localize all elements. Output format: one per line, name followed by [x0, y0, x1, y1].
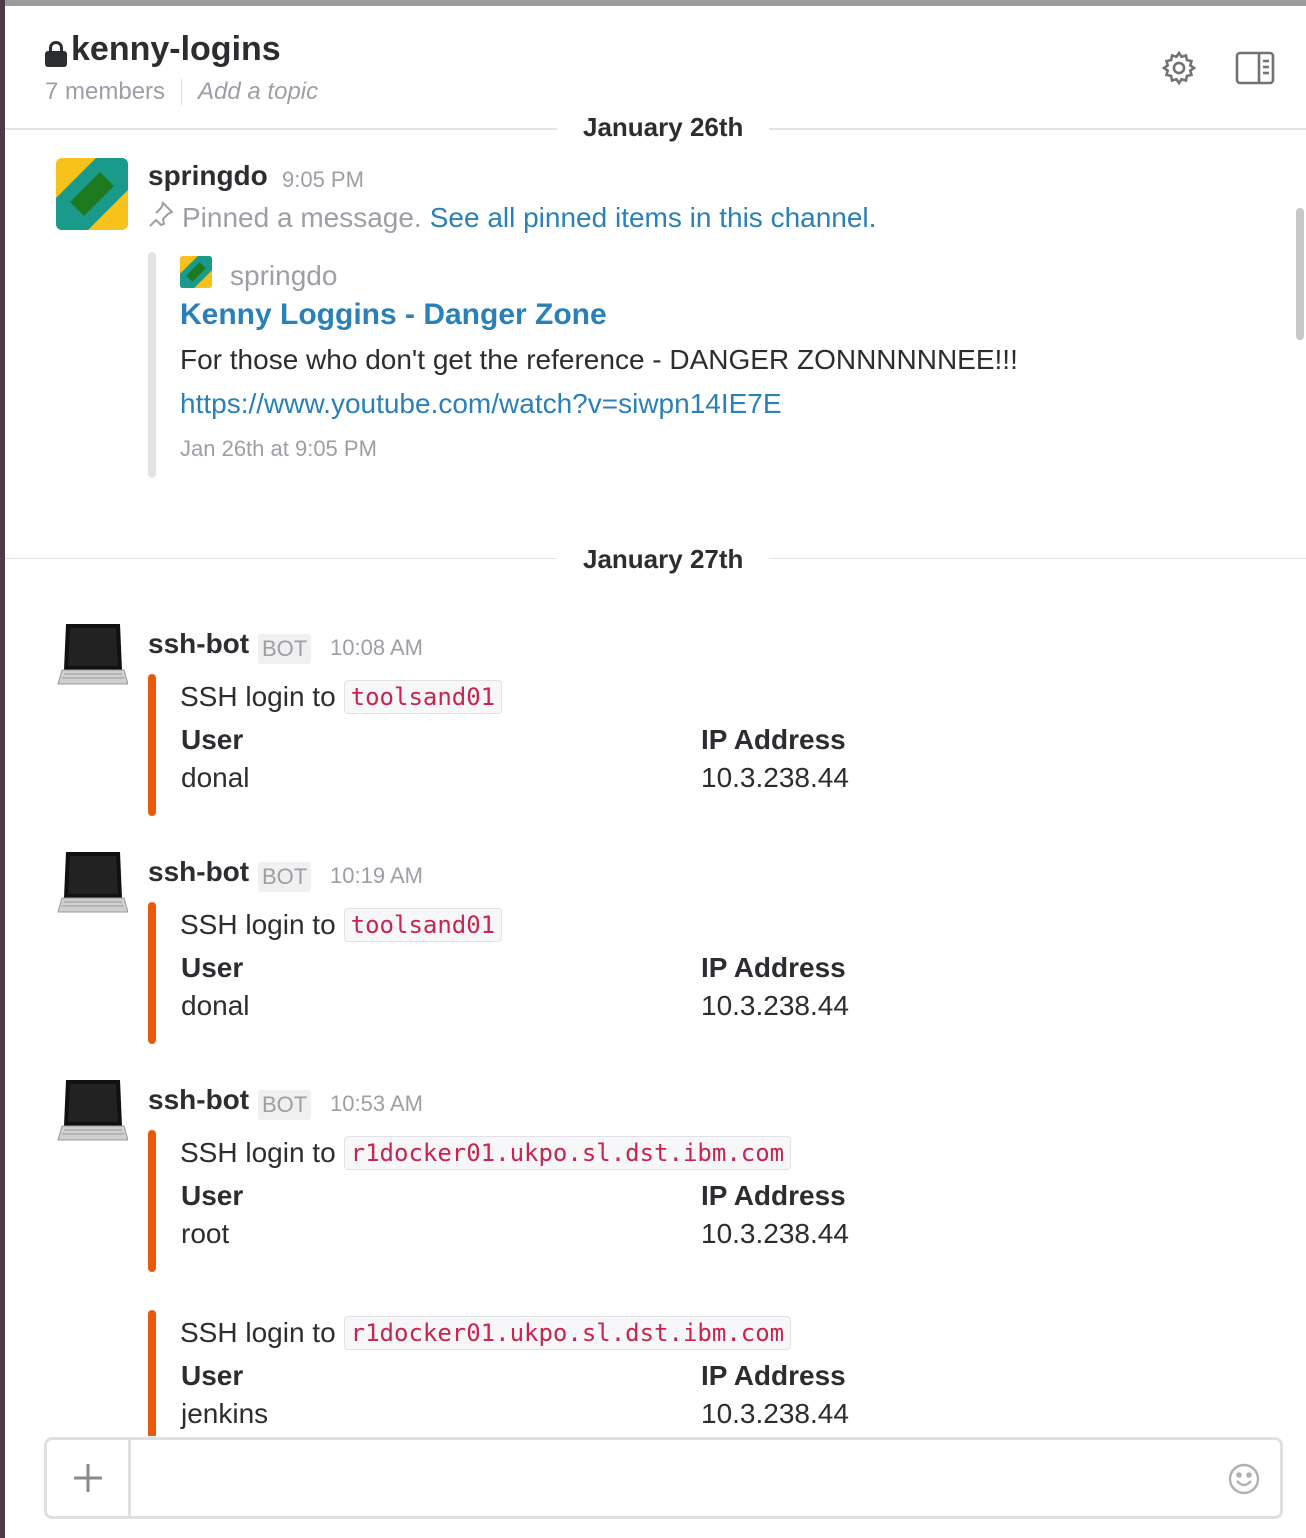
field-title-ip: IP Address [701, 724, 846, 755]
field-value-user: donal [181, 762, 250, 793]
plus-icon[interactable] [47, 1440, 131, 1516]
sidebar-edge [0, 0, 5, 1538]
attachment-footer: Jan 26th at 9:05 PM [180, 436, 377, 461]
field-title-ip: IP Address [701, 1360, 846, 1391]
message-username[interactable]: ssh-bot [148, 628, 249, 660]
attachment-bar [148, 252, 156, 478]
host-code: toolsand01 [343, 680, 503, 714]
field-value-ip: 10.3.238.44 [701, 1398, 849, 1429]
message-username[interactable]: ssh-bot [148, 856, 249, 888]
field-title-user: User [181, 1360, 244, 1391]
host-code: r1docker01.ukpo.sl.dst.ibm.com [343, 1316, 792, 1350]
laptop-icon[interactable] [56, 622, 129, 694]
message-timestamp[interactable]: 10:53 AM [330, 1091, 423, 1117]
host-code: toolsand01 [343, 908, 503, 942]
ssh-login-line: SSH login to toolsand01 [180, 908, 503, 942]
attachment-title-link[interactable]: Kenny Loggins - Danger Zone [180, 298, 607, 332]
day-divider-label: January 26th [557, 112, 770, 143]
avatar[interactable] [56, 158, 128, 230]
attachment-author[interactable]: springdo [180, 256, 337, 295]
ssh-login-label: SSH login to [180, 909, 336, 940]
field-value-user: jenkins [181, 1398, 269, 1429]
attachment-bar [148, 1310, 156, 1436]
ssh-login-line: SSH login to r1docker01.ukpo.sl.dst.ibm.… [180, 1316, 792, 1350]
gear-icon[interactable] [1157, 46, 1201, 90]
pin-notice: Pinned a message. See all pinned items i… [148, 200, 876, 235]
attachment-bar [148, 902, 156, 1044]
message-timestamp[interactable]: 9:05 PM [282, 167, 364, 193]
field-title-user: User [181, 1180, 244, 1211]
field-value-user: donal [181, 990, 250, 1021]
field-title-user: User [181, 952, 244, 983]
ssh-login-label: SSH login to [180, 1137, 336, 1168]
message-timestamp[interactable]: 10:08 AM [330, 635, 423, 661]
emoji-icon[interactable] [1227, 1462, 1261, 1496]
attachment-url-link[interactable]: https://www.youtube.com/watch?v=siwpn14I… [180, 388, 782, 420]
pin-icon [148, 200, 174, 235]
pin-text: Pinned a message. [182, 201, 422, 233]
laptop-icon[interactable] [56, 1078, 129, 1150]
field-value-ip: 10.3.238.44 [701, 762, 849, 793]
message-composer [44, 1437, 1283, 1519]
field-value-user: root [181, 1218, 230, 1249]
author-avatar [180, 256, 212, 295]
scrollbar-thumb[interactable] [1296, 208, 1304, 340]
message-input[interactable] [137, 1452, 1217, 1504]
add-topic-link[interactable]: Add a topic [198, 78, 318, 106]
ssh-login-line: SSH login to toolsand01 [180, 680, 503, 714]
sidebar-toggle-icon[interactable] [1233, 46, 1277, 90]
attachment-text: For those who don't get the reference - … [180, 344, 1018, 375]
host-code: r1docker01.ukpo.sl.dst.ibm.com [343, 1136, 792, 1170]
field-title-ip: IP Address [701, 1180, 846, 1211]
message-timestamp[interactable]: 10:19 AM [330, 863, 423, 889]
channel-name: kenny-logins [71, 30, 281, 68]
channel-title[interactable]: kenny-logins [45, 30, 281, 69]
member-count[interactable]: 7 members [45, 78, 165, 106]
bot-badge: BOT [258, 1090, 312, 1120]
attachment-bar [148, 1130, 156, 1272]
field-value-ip: 10.3.238.44 [701, 1218, 849, 1249]
message-username[interactable]: ssh-bot [148, 1084, 249, 1116]
field-title-ip: IP Address [701, 952, 846, 983]
ssh-login-line: SSH login to r1docker01.ukpo.sl.dst.ibm.… [180, 1136, 792, 1170]
day-divider-label: January 27th [557, 544, 770, 575]
field-value-ip: 10.3.238.44 [701, 990, 849, 1021]
see-pinned-link[interactable]: See all pinned items in this channel. [430, 202, 877, 234]
attachment-bar [148, 674, 156, 816]
lock-icon [45, 40, 67, 67]
bot-badge: BOT [258, 862, 312, 892]
divider [181, 79, 183, 105]
message-username[interactable]: springdo [148, 160, 268, 192]
ssh-login-label: SSH login to [180, 681, 336, 712]
ssh-login-label: SSH login to [180, 1317, 336, 1348]
channel-meta: 7 members Add a topic [45, 78, 318, 106]
laptop-icon[interactable] [56, 850, 129, 922]
field-title-user: User [181, 724, 244, 755]
attachment-author-name: springdo [230, 259, 338, 291]
bot-badge: BOT [258, 634, 312, 664]
